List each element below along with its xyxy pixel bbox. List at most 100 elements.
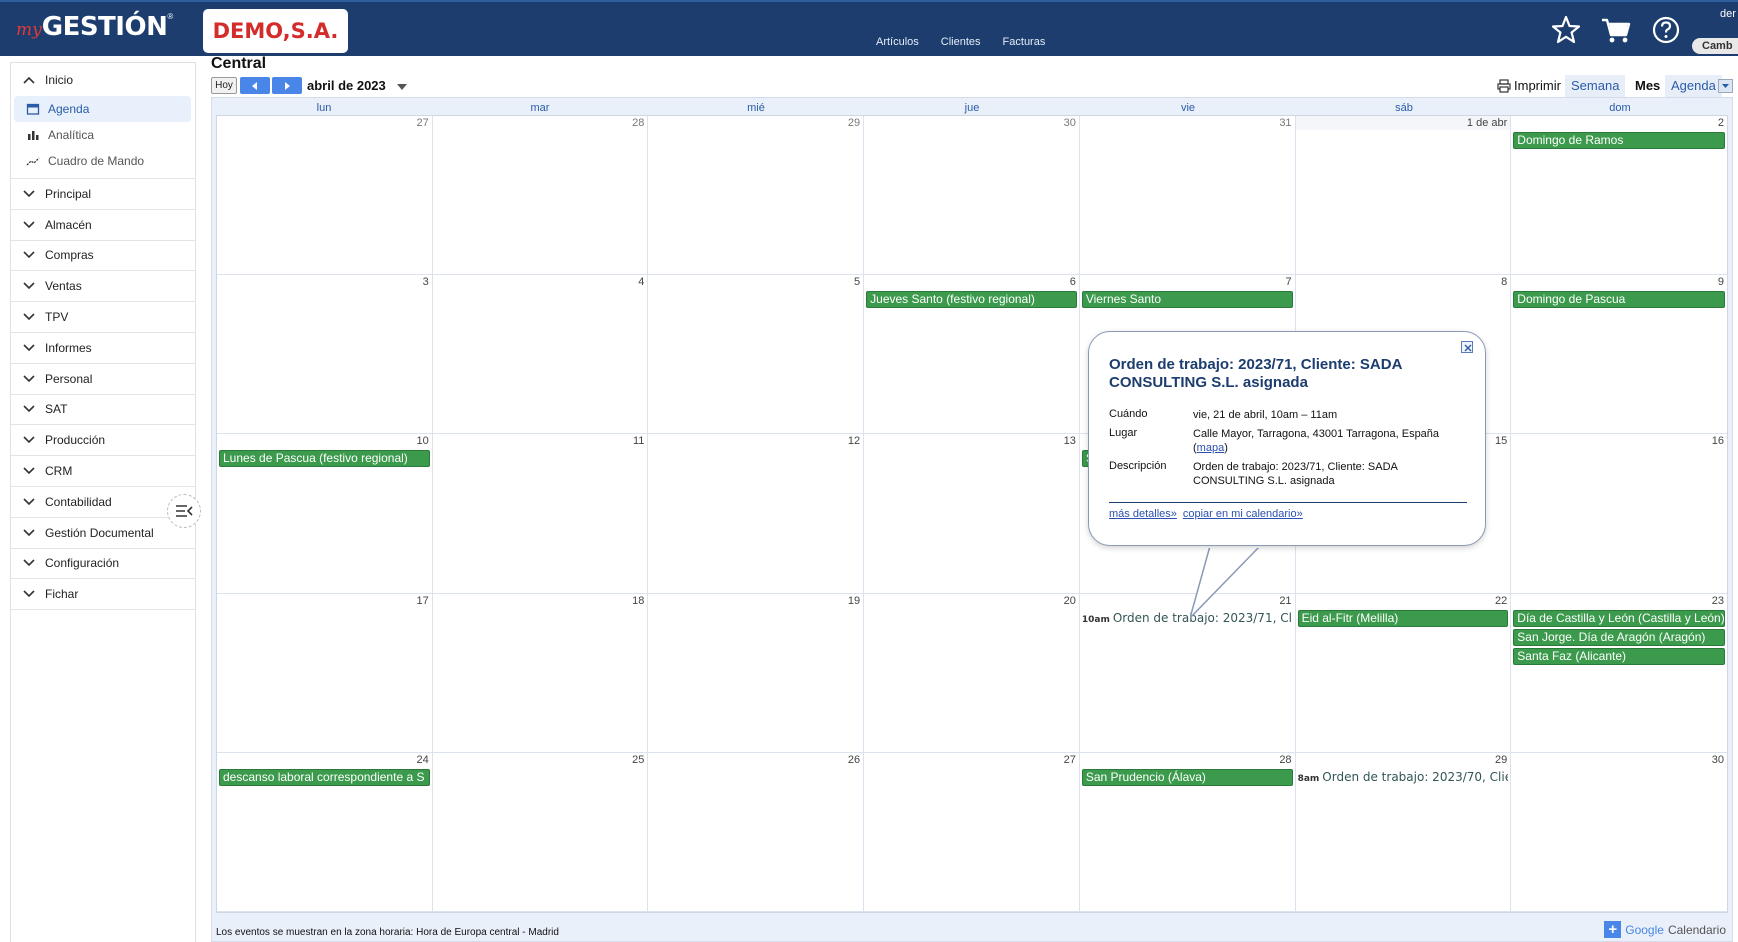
menu-sat[interactable]: SAT — [11, 395, 195, 425]
day-number[interactable]: 9 — [1511, 275, 1727, 290]
day-cell[interactable]: 16 — [1511, 434, 1727, 594]
day-cell[interactable]: 4 — [432, 275, 649, 435]
day-cell[interactable]: 2 Domingo de Ramos — [1511, 116, 1727, 276]
all-day-event[interactable]: Domingo de Ramos — [1513, 132, 1725, 149]
day-number[interactable]: 30 — [1511, 752, 1727, 767]
day-cell[interactable]: 9 Domingo de Pascua — [1511, 275, 1727, 435]
day-cell[interactable]: 29 — [648, 116, 865, 276]
view-dropdown-button[interactable] — [1718, 79, 1733, 93]
sidebar-item-agenda[interactable]: Agenda — [14, 96, 191, 122]
day-cell[interactable]: 29 8am Orden de trabajo: 2023/70, Client — [1295, 752, 1512, 912]
all-day-event[interactable]: Santa Faz (Alicante) — [1513, 647, 1725, 665]
menu-personal[interactable]: Personal — [11, 364, 195, 394]
day-cell[interactable]: 24 descanso laboral correspondiente a S — [217, 752, 433, 912]
day-cell[interactable]: 25 — [432, 752, 649, 912]
menu-gestion-documental[interactable]: Gestión Documental — [11, 518, 195, 548]
day-number[interactable]: 27 — [217, 116, 432, 130]
cart-icon[interactable] — [1598, 12, 1634, 48]
nav-clientes[interactable]: Clientes — [941, 36, 981, 48]
more-details-link[interactable]: más detalles» — [1109, 508, 1177, 520]
day-number[interactable]: 10 — [217, 434, 432, 449]
star-icon[interactable] — [1548, 12, 1584, 48]
day-number[interactable]: 12 — [648, 434, 864, 449]
day-cell[interactable]: 20 — [864, 593, 1080, 753]
day-number[interactable]: 25 — [432, 752, 648, 767]
prev-month-button[interactable] — [240, 77, 270, 94]
all-day-event[interactable]: Día de Castilla y León (Castilla y León) — [1513, 609, 1725, 627]
nav-articulos[interactable]: Artículos — [876, 36, 919, 48]
tab-semana[interactable]: Semana — [1565, 75, 1626, 97]
menu-ventas[interactable]: Ventas — [11, 271, 195, 301]
menu-fichar[interactable]: Fichar — [11, 579, 195, 609]
day-number[interactable]: 20 — [864, 593, 1079, 608]
day-number[interactable]: 27 — [864, 752, 1079, 767]
day-cell[interactable]: 6 Jueves Santo (festivo regional) — [864, 275, 1080, 435]
company-badge[interactable]: DEMO,S.A. — [203, 9, 348, 53]
day-cell[interactable]: 3 — [217, 275, 433, 435]
day-cell[interactable]: 10 Lunes de Pascua (festivo regional) — [217, 434, 433, 594]
day-cell[interactable]: 28 San Prudencio (Álava) — [1079, 752, 1296, 912]
day-cell[interactable]: 19 — [648, 593, 865, 753]
day-cell[interactable]: 5 — [648, 275, 865, 435]
day-cell[interactable]: 30 — [1511, 752, 1727, 912]
day-cell[interactable]: 1 de abr — [1295, 116, 1512, 276]
all-day-event[interactable]: San Jorge. Día de Aragón (Aragón) — [1513, 628, 1725, 646]
day-cell[interactable]: 12 — [648, 434, 865, 594]
collapse-sidebar-button[interactable] — [167, 494, 201, 528]
all-day-event[interactable]: Lunes de Pascua (festivo regional) — [219, 450, 430, 468]
day-cell[interactable]: 18 — [432, 593, 649, 753]
app-logo[interactable]: myGESTIÓN® — [16, 12, 173, 42]
month-dropdown-icon[interactable] — [397, 84, 407, 90]
next-month-button[interactable] — [272, 77, 302, 94]
sidebar-item-cuadro-de-mando[interactable]: Cuadro de Mando — [14, 148, 191, 174]
day-number[interactable]: 7 — [1079, 275, 1295, 290]
day-cell[interactable]: 28 — [432, 116, 649, 276]
day-cell[interactable]: 26 — [648, 752, 865, 912]
google-calendar-link[interactable]: + Google Calendario — [1604, 921, 1726, 938]
day-number[interactable]: 18 — [432, 593, 648, 608]
day-number[interactable]: 11 — [432, 434, 648, 449]
day-number[interactable]: 31 — [1079, 116, 1295, 130]
day-cell[interactable]: 31 — [1079, 116, 1296, 276]
all-day-event[interactable]: Eid al-Fitr (Melilla) — [1297, 609, 1509, 627]
day-number[interactable]: 30 — [864, 116, 1079, 130]
day-cell[interactable]: 22 Eid al-Fitr (Melilla) — [1295, 593, 1512, 753]
print-button[interactable]: Imprimir — [1497, 78, 1561, 93]
menu-crm[interactable]: CRM — [11, 456, 195, 486]
help-icon[interactable] — [1648, 12, 1684, 48]
menu-produccion[interactable]: Producción — [11, 425, 195, 455]
timed-event[interactable]: 8am Orden de trabajo: 2023/70, Client — [1298, 770, 1509, 785]
close-popup-button[interactable] — [1461, 341, 1473, 353]
day-cell[interactable]: 27 — [864, 752, 1080, 912]
day-number[interactable]: 24 — [217, 752, 432, 767]
day-number[interactable]: 22 — [1295, 593, 1511, 608]
all-day-event[interactable]: Jueves Santo (festivo regional) — [866, 291, 1077, 309]
menu-informes[interactable]: Informes — [11, 333, 195, 363]
menu-compras[interactable]: Compras — [11, 241, 195, 271]
menu-tpv[interactable]: TPV — [11, 302, 195, 332]
menu-principal[interactable]: Principal — [11, 179, 195, 209]
day-number[interactable]: 5 — [648, 275, 864, 290]
menu-configuracion[interactable]: Configuración — [11, 549, 195, 579]
tab-agenda[interactable]: Agenda — [1665, 75, 1722, 97]
day-cell[interactable]: 11 — [432, 434, 649, 594]
tab-mes[interactable]: Mes — [1629, 75, 1667, 97]
day-number[interactable]: 13 — [864, 434, 1079, 449]
day-cell[interactable]: 13 — [864, 434, 1080, 594]
day-number[interactable]: 2 — [1511, 116, 1727, 130]
month-label[interactable]: abril de 2023 — [307, 78, 386, 93]
menu-inicio[interactable]: Inicio — [11, 63, 195, 96]
today-button[interactable]: Hoy — [211, 77, 237, 94]
all-day-event[interactable]: Viernes Santo — [1081, 291, 1293, 309]
day-number[interactable]: 17 — [217, 593, 432, 608]
day-number[interactable]: 26 — [648, 752, 864, 767]
all-day-event[interactable]: Domingo de Pascua — [1513, 291, 1725, 309]
day-cell[interactable]: 23 Día de Castilla y León (Castilla y Leó… — [1511, 593, 1727, 753]
change-button[interactable]: Camb — [1692, 38, 1738, 54]
day-cell[interactable]: 17 — [217, 593, 433, 753]
day-number[interactable]: 3 — [217, 275, 432, 290]
day-cell[interactable]: 30 — [864, 116, 1080, 276]
day-number[interactable]: 28 — [432, 116, 648, 130]
sidebar-item-analitica[interactable]: Analítica — [14, 122, 191, 148]
menu-almacen[interactable]: Almacén — [11, 210, 195, 240]
